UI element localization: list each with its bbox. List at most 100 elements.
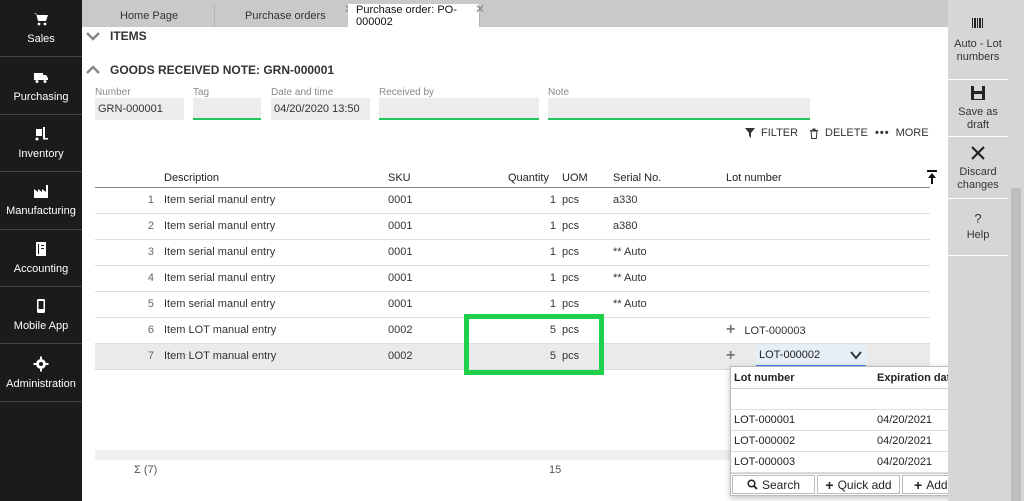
help-label: Help (966, 229, 990, 241)
cell-description[interactable]: Item serial manul entry (164, 265, 388, 292)
table-row[interactable]: 2 Item serial manul entry 0001 1 pcs a38… (95, 213, 930, 240)
sidebar-item-label: Purchasing (13, 90, 69, 103)
chevron-down-icon[interactable] (850, 350, 862, 360)
cell-uom[interactable]: pcs (562, 213, 613, 240)
search-button[interactable]: Search (732, 475, 815, 494)
lot-number-select[interactable]: LOT-000002 (756, 345, 866, 367)
cell-serial[interactable]: ** Auto (613, 291, 726, 318)
cell-description[interactable]: Item serial manul entry (164, 187, 388, 214)
cell-serial[interactable] (613, 343, 726, 370)
cell-sku[interactable]: 0001 (388, 187, 508, 214)
col-uom[interactable]: UOM (562, 170, 613, 188)
table-row[interactable]: 1 Item serial manul entry 0001 1 pcs a33… (95, 187, 930, 214)
table-row[interactable]: 3 Item serial manul entry 0001 1 pcs ** … (95, 239, 930, 266)
sidebar-item-administration[interactable]: Administration (0, 344, 82, 402)
search-label: Search (761, 477, 801, 492)
number-label: Number (95, 87, 131, 98)
cell-lot[interactable] (726, 239, 930, 266)
cell-description[interactable]: Item serial manul entry (164, 213, 388, 240)
option-exp: 04/20/2021 (877, 435, 933, 447)
dropdown-col-exp: Expiration date (877, 371, 957, 384)
cell-lot[interactable] (726, 187, 930, 214)
section-grn-header[interactable]: GOODS RECEIVED NOTE: GRN-000001 (82, 63, 334, 77)
cell-lot[interactable] (726, 213, 930, 240)
row-number: 6 (140, 317, 164, 344)
cell-lot[interactable] (726, 265, 930, 292)
tag-label: Tag (193, 87, 210, 98)
cell-serial[interactable]: ** Auto (613, 265, 726, 292)
cell-quantity[interactable]: 1 (508, 213, 562, 240)
factory-icon (32, 183, 50, 199)
sidebar-item-label: Administration (6, 377, 76, 390)
row-number: 4 (140, 265, 164, 292)
tab-purchase-order[interactable]: Purchase order: PO-000002 ✕ (348, 2, 485, 28)
tab-home-page[interactable]: Home Page (112, 4, 215, 27)
section-items-header[interactable]: ITEMS (82, 29, 147, 43)
col-serial[interactable]: Serial No. (613, 170, 726, 188)
trash-icon (810, 128, 818, 139)
cell-sku[interactable]: 0001 (388, 239, 508, 266)
cell-uom[interactable]: pcs (562, 239, 613, 266)
cell-quantity[interactable]: 1 (508, 239, 562, 266)
search-icon (747, 479, 758, 490)
auto-lot-numbers-button[interactable]: Auto - Lot numbers (948, 0, 1008, 80)
cell-description[interactable]: Item LOT manual entry (164, 317, 388, 344)
sidebar-item-mobile-app[interactable]: Mobile App (0, 287, 82, 345)
cell-serial[interactable] (613, 317, 726, 344)
col-lot[interactable]: Lot number (726, 170, 930, 188)
cell-quantity[interactable]: 1 (508, 187, 562, 214)
table-row[interactable]: 4 Item serial manul entry 0001 1 pcs ** … (95, 265, 930, 292)
cell-description[interactable]: Item LOT manual entry (164, 343, 388, 370)
cell-quantity[interactable]: 1 (508, 265, 562, 292)
sidebar-item-label: Mobile App (13, 320, 69, 333)
cell-lot[interactable]: + LOT-000003 (726, 317, 930, 344)
scrollbar-thumb[interactable] (1011, 188, 1021, 501)
more-button[interactable]: ••• MORE (875, 127, 929, 139)
horizontal-scrollbar[interactable] (95, 450, 730, 460)
delete-button[interactable]: DELETE (809, 127, 868, 139)
note-field[interactable] (548, 98, 810, 120)
cell-serial[interactable]: a330 (613, 187, 726, 214)
cell-description[interactable]: Item serial manul entry (164, 291, 388, 318)
tab-purchase-orders[interactable]: Purchase orders ✕ (237, 2, 354, 27)
more-label: MORE (895, 127, 929, 139)
discard-changes-button[interactable]: Discard changes (948, 137, 1008, 199)
col-quantity[interactable]: Quantity (508, 170, 562, 188)
sidebar-item-manufacturing[interactable]: Manufacturing (0, 172, 82, 230)
col-sku[interactable]: SKU (388, 170, 508, 188)
plus-icon[interactable]: + (726, 321, 735, 338)
quick-add-button[interactable]: + Quick add (817, 475, 900, 494)
truck-icon (32, 69, 50, 85)
cell-sku[interactable]: 0001 (388, 213, 508, 240)
row-number: 2 (140, 213, 164, 240)
cell-serial[interactable]: a380 (613, 213, 726, 240)
col-description[interactable]: Description (164, 170, 388, 188)
number-field[interactable] (95, 98, 184, 120)
scroll-to-top-icon[interactable] (926, 169, 938, 185)
vertical-scrollbar[interactable] (1008, 0, 1024, 501)
lot-value: LOT-000003 (744, 325, 806, 337)
cart-icon (32, 11, 50, 27)
note-label: Note (548, 87, 570, 98)
cell-serial[interactable]: ** Auto (613, 239, 726, 266)
cell-sku[interactable]: 0001 (388, 265, 508, 292)
sidebar-item-accounting[interactable]: Accounting (0, 230, 82, 287)
save-as-draft-button[interactable]: Save as draft (948, 80, 1008, 137)
sidebar-item-sales[interactable]: Sales (0, 0, 82, 58)
sidebar-item-purchasing[interactable]: Purchasing (0, 57, 82, 115)
close-icon[interactable]: ✕ (475, 2, 485, 16)
cell-uom[interactable]: pcs (562, 187, 613, 214)
cell-uom[interactable]: pcs (562, 265, 613, 292)
date-field[interactable] (271, 98, 370, 120)
help-button[interactable]: ? Help (948, 199, 1008, 256)
sidebar-item-inventory[interactable]: Inventory (0, 115, 82, 173)
cell-description[interactable]: Item serial manul entry (164, 239, 388, 266)
row-number: 7 (140, 343, 164, 370)
filter-button[interactable]: FILTER (745, 127, 798, 139)
tag-field[interactable] (193, 98, 261, 120)
cell-lot[interactable] (726, 291, 930, 318)
sidebar-item-label: Accounting (13, 262, 69, 275)
plus-icon[interactable]: + (726, 347, 735, 364)
received-by-label: Received by (379, 87, 435, 98)
received-by-field[interactable] (379, 98, 539, 120)
